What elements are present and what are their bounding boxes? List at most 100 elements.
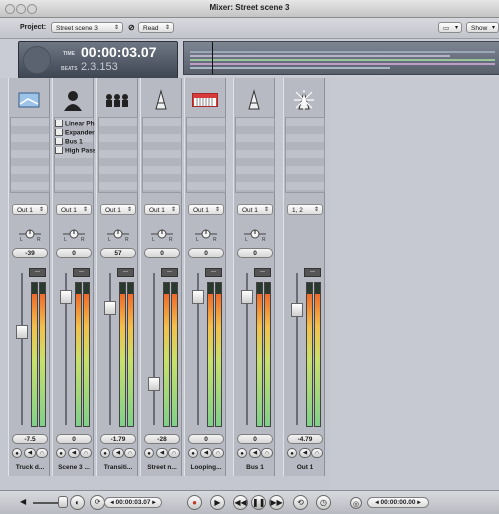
strip-name[interactable]: Scene 3 ... — [55, 464, 93, 471]
plugin-bypass-checkbox[interactable] — [55, 138, 63, 145]
insert-slots[interactable] — [235, 117, 275, 193]
record-enable-button[interactable]: ● — [237, 448, 247, 458]
insert-slots[interactable] — [142, 117, 182, 193]
pan-knob[interactable]: LR — [149, 226, 175, 243]
loop-icon[interactable]: ⟳ — [90, 495, 105, 510]
strip-name[interactable]: Street n... — [143, 464, 181, 471]
view-menu-button[interactable]: ▭ ▾ — [438, 22, 462, 33]
record-enable-button[interactable]: ● — [144, 448, 154, 458]
pan-value[interactable]: 0 — [144, 248, 180, 258]
pan-knob[interactable]: LR — [61, 226, 87, 243]
rewind-button[interactable]: ◀◀ — [233, 495, 248, 510]
play-from-start-button[interactable]: ▶ — [210, 495, 225, 510]
fader-track[interactable] — [153, 273, 155, 425]
pan-knob[interactable]: LR — [17, 226, 43, 243]
pause-button[interactable]: ❚❚ — [251, 495, 266, 510]
insert-slots[interactable] — [10, 117, 50, 193]
record-enable-button[interactable]: ● — [188, 448, 198, 458]
volume-fader[interactable] — [60, 290, 72, 304]
output-popup[interactable]: Out 1 ⇕ — [237, 204, 273, 215]
volume-value[interactable]: 0 — [56, 434, 92, 444]
output-popup[interactable]: 1, 2 ⇕ — [287, 204, 323, 215]
keyboard-icon[interactable] — [186, 86, 224, 114]
end-timecode[interactable]: ◂ 00:00:00.00 ▸ — [367, 497, 429, 508]
record-enable-button[interactable]: ● — [100, 448, 110, 458]
peak-indicator[interactable]: — — [205, 268, 222, 277]
peak-indicator[interactable]: — — [304, 268, 321, 277]
mute-button[interactable]: ◀ — [112, 448, 124, 458]
image-icon[interactable] — [10, 86, 48, 114]
mute-button[interactable]: ◀ — [156, 448, 168, 458]
fader-track[interactable] — [296, 273, 298, 425]
volume-value[interactable]: -7.5 — [12, 434, 48, 444]
peak-indicator[interactable]: — — [29, 268, 46, 277]
mixer-sound-icon[interactable] — [235, 86, 273, 114]
volume-fader[interactable] — [16, 325, 28, 339]
pan-knob[interactable]: LR — [105, 226, 131, 243]
volume-fader[interactable] — [104, 301, 116, 315]
volume-fader[interactable] — [192, 290, 204, 304]
volume-value[interactable]: -4.79 — [287, 434, 323, 444]
solo-button[interactable]: ∩ — [80, 448, 92, 458]
peak-indicator[interactable]: — — [254, 268, 271, 277]
automation-mode-popup[interactable]: Read ⇕ — [138, 22, 174, 33]
mixer-sound-icon[interactable] — [142, 86, 180, 114]
output-popup[interactable]: Out 1 ⇕ — [144, 204, 180, 215]
solo-button[interactable]: ∩ — [124, 448, 136, 458]
mute-button[interactable]: ◀ — [24, 448, 36, 458]
plugin-bypass-checkbox[interactable] — [55, 129, 63, 136]
plugin-slot[interactable]: Linear Ph — [55, 120, 95, 128]
volume-slider[interactable] — [33, 502, 61, 504]
project-popup[interactable]: Street scene 3 ⇕ — [51, 22, 123, 33]
fader-track[interactable] — [109, 273, 111, 425]
strip-name[interactable]: Out 1 — [286, 464, 324, 471]
pan-value[interactable]: 0 — [237, 248, 273, 258]
strip-name[interactable]: Truck d... — [11, 464, 49, 471]
volume-value[interactable]: 0 — [237, 434, 273, 444]
volume-value[interactable]: -1.79 — [100, 434, 136, 444]
plugin-slot[interactable]: Bus 1 — [55, 138, 95, 146]
insert-slots[interactable] — [186, 117, 226, 193]
pan-knob[interactable]: LR — [193, 226, 219, 243]
record-enable-button[interactable]: ● — [287, 448, 297, 458]
plugin-bypass-checkbox[interactable] — [55, 120, 63, 127]
go-to-start-icon[interactable]: ◐ — [70, 495, 85, 510]
solo-button[interactable]: ∩ — [36, 448, 48, 458]
record-enable-button[interactable]: ● — [56, 448, 66, 458]
pan-value[interactable]: 0 — [188, 248, 224, 258]
solo-button[interactable]: ∩ — [168, 448, 180, 458]
volume-slider-knob[interactable] — [58, 496, 68, 508]
mute-button[interactable]: ◀ — [68, 448, 80, 458]
output-popup[interactable]: Out 1 ⇕ — [56, 204, 92, 215]
volume-value[interactable]: -28 — [144, 434, 180, 444]
show-menu-button[interactable]: Show ▾ — [466, 22, 499, 33]
person-icon[interactable] — [54, 86, 92, 114]
plugin-slot[interactable]: Expander — [55, 129, 95, 137]
output-icon[interactable] — [285, 86, 323, 114]
volume-fader[interactable] — [148, 377, 160, 391]
strip-name[interactable]: Looping... — [187, 464, 225, 471]
group-icon[interactable] — [98, 86, 136, 114]
volume-fader[interactable] — [241, 290, 253, 304]
mute-button[interactable]: ◀ — [249, 448, 261, 458]
pan-value[interactable]: -39 — [12, 248, 48, 258]
output-popup[interactable]: Out 1 ⇕ — [100, 204, 136, 215]
pan-value[interactable]: 0 — [56, 248, 92, 258]
peak-indicator[interactable]: — — [161, 268, 178, 277]
mute-button[interactable]: ◀ — [200, 448, 212, 458]
solo-button[interactable]: ∩ — [311, 448, 323, 458]
insert-slots[interactable] — [285, 117, 325, 193]
strip-name[interactable]: Transiti... — [99, 464, 137, 471]
output-popup[interactable]: Out 1 ⇕ — [12, 204, 48, 215]
timeline-overview[interactable] — [183, 41, 499, 75]
record-button[interactable]: ● — [187, 495, 202, 510]
pan-value[interactable]: 57 — [100, 248, 136, 258]
fader-track[interactable] — [21, 273, 23, 425]
clock-button[interactable]: ◷ — [316, 495, 331, 510]
volume-fader[interactable] — [291, 303, 303, 317]
plugin-bypass-checkbox[interactable] — [55, 147, 63, 154]
plugin-slot[interactable]: High Pass — [55, 147, 95, 155]
peak-indicator[interactable]: — — [117, 268, 134, 277]
solo-button[interactable]: ∩ — [261, 448, 273, 458]
output-popup[interactable]: Out 1 ⇕ — [188, 204, 224, 215]
